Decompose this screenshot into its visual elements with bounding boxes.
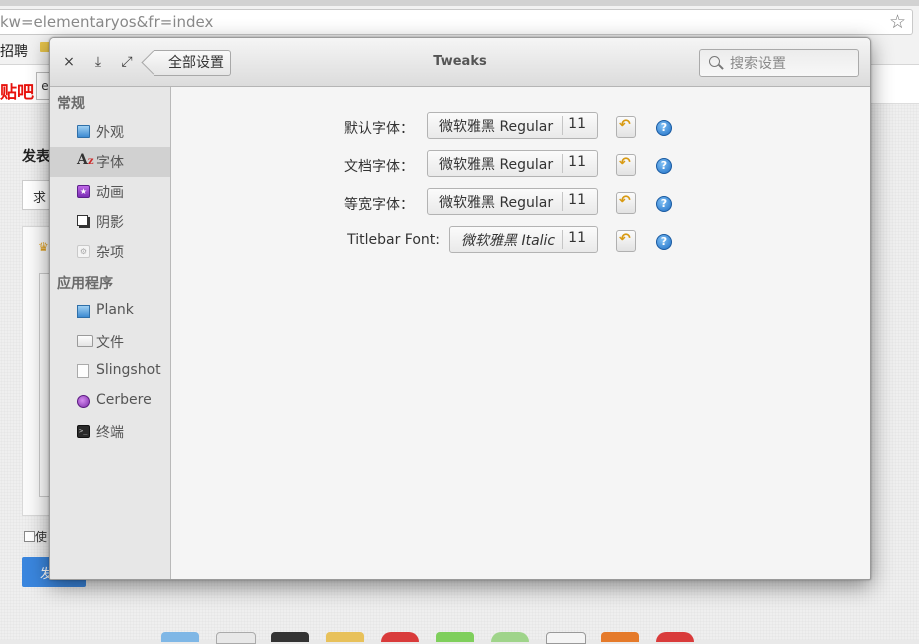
- sidebar-category-apps: 应用程序: [57, 276, 113, 292]
- shadow-icon: [77, 215, 88, 226]
- post-type-select[interactable]: 求: [22, 180, 52, 210]
- titlebar-font-button[interactable]: 微软雅黑 Italic 11: [449, 226, 598, 253]
- dock-notes-icon[interactable]: [326, 632, 364, 642]
- font-separator: [562, 116, 563, 135]
- dock-terminal-icon[interactable]: [271, 632, 309, 642]
- dock-power-icon[interactable]: [656, 632, 694, 642]
- font-name: 微软雅黑 Regular: [439, 157, 554, 173]
- bookmark-item[interactable]: 招聘: [0, 41, 28, 61]
- crown-icon: ♛: [38, 240, 49, 254]
- browser-url-text: kw=elementaryos&fr=index: [0, 13, 214, 31]
- terminal-icon: >_: [77, 425, 90, 438]
- post-type-text: 求: [33, 191, 47, 206]
- sidebar-item-label: 杂项: [96, 245, 124, 261]
- sidebar-item-label: 动画: [96, 185, 124, 201]
- help-icon[interactable]: ?: [656, 158, 672, 174]
- sidebar-item-label: 阴影: [96, 215, 124, 231]
- dock-app-icon[interactable]: [216, 632, 256, 644]
- font-separator: [562, 230, 563, 249]
- cerbere-icon: [77, 395, 90, 408]
- dock-settings-icon[interactable]: [546, 632, 586, 644]
- document-font-button[interactable]: 微软雅黑 Regular 11: [427, 150, 598, 177]
- sidebar-item-appearance[interactable]: 外观: [50, 117, 170, 147]
- dock-music-icon[interactable]: [491, 632, 529, 642]
- default-font-button[interactable]: 微软雅黑 Regular 11: [427, 112, 598, 139]
- revert-icon: ↶: [619, 117, 631, 133]
- help-icon[interactable]: ?: [656, 120, 672, 136]
- sidebar-item-terminal[interactable]: >_ 终端: [50, 417, 170, 447]
- default-font-label: 默认字体：: [344, 121, 414, 137]
- document-font-label: 文档字体：: [344, 159, 414, 175]
- titlebar-font-revert-button[interactable]: ↶: [616, 230, 636, 252]
- monospace-font-revert-button[interactable]: ↶: [616, 192, 636, 214]
- sidebar-item-files[interactable]: 文件: [50, 327, 170, 357]
- misc-icon: ⚙: [77, 245, 90, 258]
- monospace-font-label: 等宽字体：: [344, 197, 414, 213]
- sidebar-item-label: 外观: [96, 125, 124, 141]
- help-icon[interactable]: ?: [656, 234, 672, 250]
- sidebar-item-label: Slingshot: [96, 362, 161, 378]
- slingshot-icon: [77, 364, 89, 378]
- sidebar-item-misc[interactable]: ⚙ 杂项: [50, 237, 170, 267]
- monospace-font-button[interactable]: 微软雅黑 Regular 11: [427, 188, 598, 215]
- revert-icon: ↶: [619, 155, 631, 171]
- sidebar-item-label: 文件: [96, 335, 124, 351]
- post-editor[interactable]: [22, 226, 55, 516]
- revert-icon: ↶: [619, 193, 631, 209]
- font-separator: [562, 192, 563, 211]
- font-name: 微软雅黑 Regular: [439, 119, 554, 135]
- sidebar-item-fonts[interactable]: Az 字体: [50, 147, 170, 177]
- sidebar: 常规 外观 Az 字体 ★ 动画 阴影 ⚙ 杂项 应用程序 Plank 文件 S…: [50, 87, 171, 579]
- dock-store-icon[interactable]: [601, 632, 639, 642]
- page-checkbox-label: 使: [35, 530, 48, 544]
- font-size: 11: [568, 154, 586, 170]
- search-input[interactable]: [728, 52, 858, 76]
- sidebar-item-label: Cerbere: [96, 392, 152, 408]
- dock-browser-icon[interactable]: [381, 632, 419, 642]
- font-separator: [562, 154, 563, 173]
- tieba-logo[interactable]: 贴吧: [0, 78, 34, 103]
- files-icon: [77, 335, 93, 347]
- font-name: 微软雅黑 Regular: [439, 195, 554, 211]
- sidebar-item-label: 字体: [96, 155, 124, 171]
- sidebar-item-plank[interactable]: Plank: [50, 297, 170, 327]
- settings-search[interactable]: [699, 49, 859, 77]
- search-icon: [709, 56, 720, 67]
- dock-files-icon[interactable]: [161, 632, 199, 642]
- animation-icon: ★: [77, 185, 90, 198]
- help-icon[interactable]: ?: [656, 196, 672, 212]
- plank-icon: [77, 305, 90, 318]
- post-label: 发表: [22, 149, 50, 165]
- dock-photos-icon[interactable]: [436, 632, 474, 642]
- sidebar-item-label: Plank: [96, 302, 134, 318]
- revert-icon: ↶: [619, 231, 631, 247]
- tweaks-window: × ⤓ ⤢ 全部设置 Tweaks 常规 外观 Az 字体 ★ 动画 阴影: [49, 37, 871, 580]
- titlebar-font-label: Titlebar Font:: [347, 232, 440, 248]
- fonts-panel: 默认字体： 微软雅黑 Regular 11 ↶ ? 文档字体： 微软雅黑 Reg…: [171, 87, 870, 579]
- default-font-revert-button[interactable]: ↶: [616, 116, 636, 138]
- font-icon: Az: [77, 152, 94, 168]
- font-size: 11: [568, 192, 586, 208]
- sidebar-item-shadows[interactable]: 阴影: [50, 207, 170, 237]
- sidebar-category-general: 常规: [57, 96, 85, 112]
- font-size: 11: [568, 230, 586, 246]
- window-titlebar[interactable]: × ⤓ ⤢ 全部设置 Tweaks: [50, 38, 870, 87]
- font-size: 11: [568, 116, 586, 132]
- bookmark-star-icon[interactable]: ☆: [889, 11, 906, 33]
- appearance-icon: [77, 125, 90, 138]
- browser-address-bar[interactable]: kw=elementaryos&fr=index ☆: [0, 9, 913, 35]
- sidebar-item-label: 终端: [96, 425, 124, 441]
- sidebar-item-slingshot[interactable]: Slingshot: [50, 357, 170, 387]
- page-checkbox[interactable]: [24, 531, 35, 542]
- document-font-revert-button[interactable]: ↶: [616, 154, 636, 176]
- sidebar-item-cerbere[interactable]: Cerbere: [50, 387, 170, 417]
- sidebar-item-animations[interactable]: ★ 动画: [50, 177, 170, 207]
- font-name: 微软雅黑 Italic: [461, 233, 556, 249]
